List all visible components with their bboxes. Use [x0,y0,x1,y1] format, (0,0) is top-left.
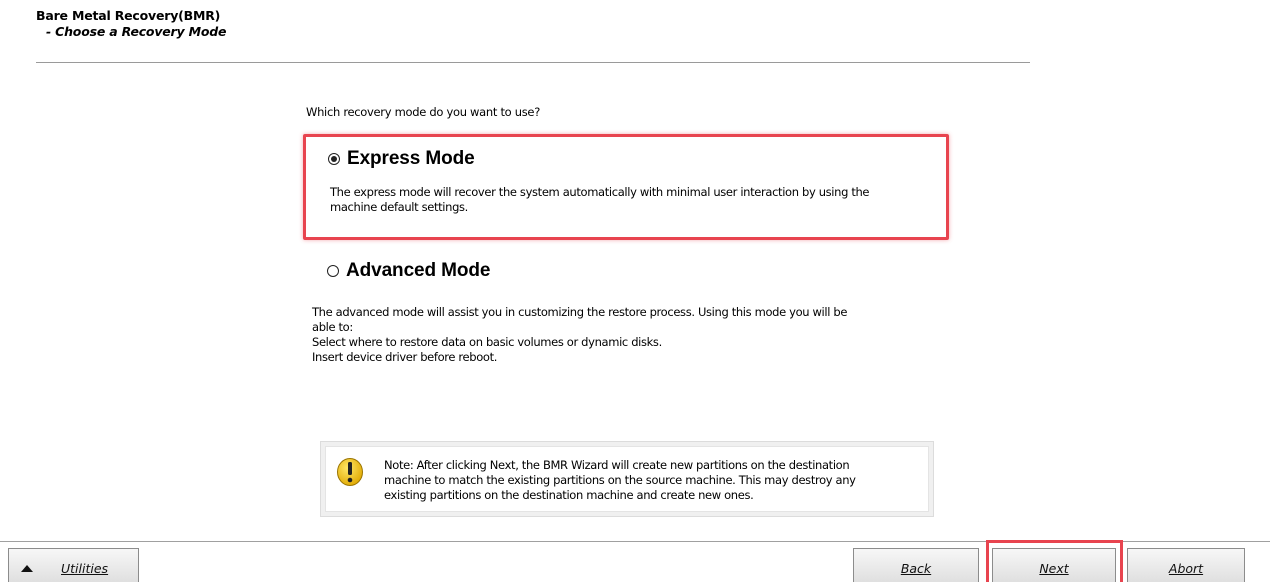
partition-warning-note: Note: After clicking Next, the BMR Wizar… [320,441,934,517]
express-desc-line: The express mode will recover the system… [330,185,870,199]
advanced-mode-option[interactable]: Advanced Mode [327,260,491,282]
note-text: Note: After clicking Next, the BMR Wizar… [384,458,914,503]
warning-icon [337,458,363,486]
express-mode-description: The express mode will recover the system… [330,185,870,215]
back-button[interactable]: Back [853,548,979,582]
advanced-desc-line: able to: [312,320,353,334]
express-mode-label: Express Mode [347,148,475,169]
advanced-desc-line: The advanced mode will assist you in cus… [312,305,848,319]
recovery-mode-question: Which recovery mode do you want to use? [306,105,541,119]
express-desc-line: machine default settings. [330,200,468,214]
note-line: machine to match the existing partitions… [384,473,856,487]
advanced-desc-line: Select where to restore data on basic vo… [312,335,662,349]
bmr-wizard-page: Bare Metal Recovery(BMR) - Choose a Reco… [0,0,1270,582]
header-divider [36,62,1030,63]
wizard-title: Bare Metal Recovery(BMR) [36,8,221,23]
triangle-up-icon [21,564,33,572]
advanced-mode-radio[interactable] [327,265,339,277]
radio-selected-dot [331,156,337,162]
utilities-button[interactable]: Utilities [8,548,139,582]
advanced-mode-description: The advanced mode will assist you in cus… [312,305,847,365]
advanced-mode-label: Advanced Mode [346,260,491,281]
note-panel: Note: After clicking Next, the BMR Wizar… [325,446,929,512]
note-line: Note: After clicking Next, the BMR Wizar… [384,458,850,472]
abort-button[interactable]: Abort [1127,548,1245,582]
wizard-step-subtitle: - Choose a Recovery Mode [46,24,227,39]
advanced-desc-line: Insert device driver before reboot. [312,350,498,364]
express-mode-option[interactable]: Express Mode [328,148,475,170]
utilities-label: Utilities [61,560,109,576]
note-line: existing partitions on the destination m… [384,488,754,502]
next-button[interactable]: Next [992,548,1116,582]
express-mode-radio[interactable] [328,153,340,165]
